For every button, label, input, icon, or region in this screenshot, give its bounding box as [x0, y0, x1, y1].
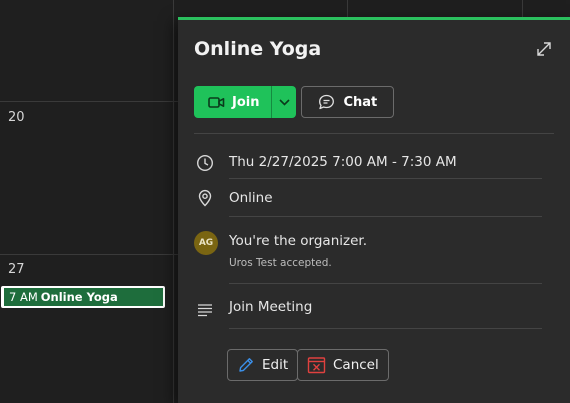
event-title-heading: Online Yoga: [194, 38, 322, 60]
edit-button[interactable]: Edit: [227, 349, 299, 381]
chat-button-label: Chat: [343, 94, 378, 110]
event-details-popup: Online Yoga Join Chat Thu 2/27/2025 7:00…: [178, 17, 570, 403]
join-meeting-link[interactable]: Join Meeting: [229, 299, 312, 315]
event-time: 7 AM: [9, 290, 38, 304]
organizer-text: You're the organizer.: [229, 233, 367, 249]
calendar-day-cell-20[interactable]: 20: [0, 102, 173, 254]
event-datetime: Thu 2/27/2025 7:00 AM - 7:30 AM: [229, 154, 457, 170]
calendar-day-cell-27[interactable]: 27: [0, 255, 173, 403]
attendee-status: Uros Test accepted.: [229, 257, 332, 269]
row-divider: [229, 216, 542, 217]
cancel-calendar-icon: [307, 357, 326, 374]
chat-bubble-icon: [319, 94, 335, 110]
avatar: AG: [194, 231, 218, 255]
expand-icon[interactable]: [535, 40, 553, 58]
join-button[interactable]: Join: [194, 86, 272, 118]
join-button-label: Join: [232, 94, 260, 110]
text-lines-icon: [198, 304, 212, 317]
calendar-event[interactable]: 7 AM Online Yoga: [1, 286, 165, 308]
video-camera-icon: [208, 96, 225, 108]
calendar-column-divider: [173, 0, 174, 403]
row-divider: [229, 328, 542, 329]
day-number: 20: [8, 110, 25, 125]
location-pin-icon: [198, 189, 212, 207]
chevron-down-icon: [279, 98, 290, 106]
chat-button[interactable]: Chat: [301, 86, 395, 118]
event-title: Online Yoga: [40, 290, 118, 304]
day-number: 27: [8, 262, 25, 277]
pencil-icon: [239, 358, 253, 372]
row-divider: [229, 283, 542, 284]
clock-icon: [196, 154, 214, 172]
action-button-row: Join Chat: [194, 86, 395, 118]
calendar-day-cell[interactable]: [0, 0, 173, 101]
cancel-event-button[interactable]: Cancel: [297, 349, 389, 381]
join-split-button: Join: [194, 86, 297, 118]
calendar-view: 20 27 7 AMOnline Yoga Online Yoga Join: [0, 0, 570, 403]
cancel-button-label: Cancel: [333, 357, 379, 373]
event-location: Online: [229, 190, 273, 206]
edit-button-label: Edit: [262, 357, 289, 373]
section-divider: [194, 133, 554, 134]
row-divider: [229, 178, 542, 179]
join-options-dropdown[interactable]: [271, 86, 297, 118]
